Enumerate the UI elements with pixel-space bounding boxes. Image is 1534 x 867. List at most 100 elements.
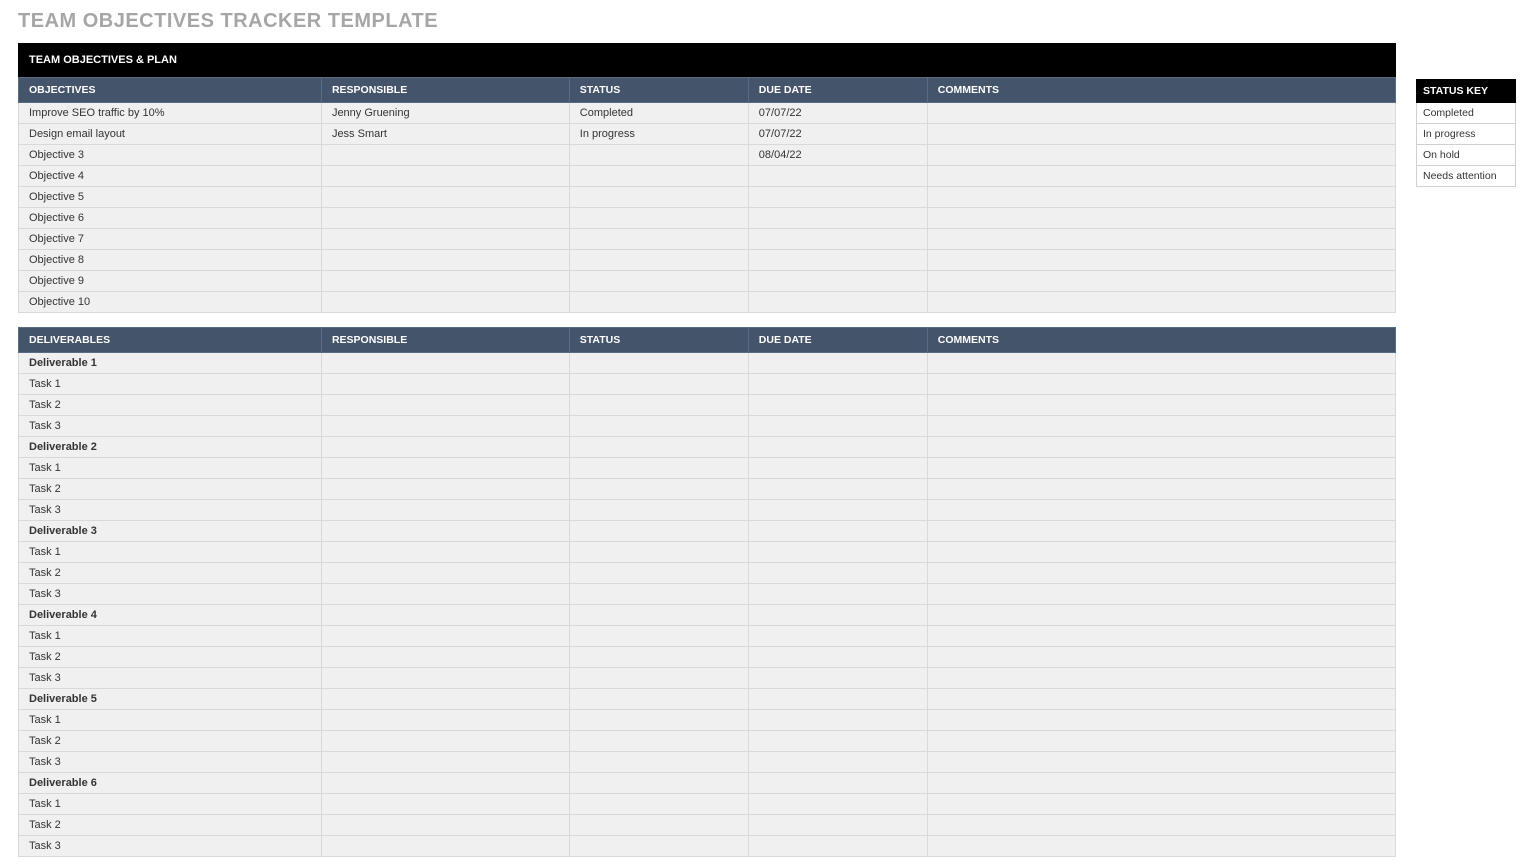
cell[interactable] [321,542,569,563]
cell[interactable] [569,374,748,395]
cell[interactable]: Deliverable 2 [19,437,322,458]
cell[interactable] [569,166,748,187]
cell[interactable] [748,208,927,229]
cell[interactable] [321,271,569,292]
cell[interactable]: Task 2 [19,731,322,752]
cell[interactable]: Improve SEO traffic by 10% [19,103,322,124]
cell[interactable] [569,605,748,626]
cell[interactable] [321,292,569,313]
cell[interactable] [748,815,927,836]
cell[interactable] [321,710,569,731]
cell[interactable] [569,626,748,647]
cell[interactable]: Task 2 [19,815,322,836]
cell[interactable] [748,166,927,187]
cell[interactable]: Task 3 [19,500,322,521]
cell[interactable]: Objective 6 [19,208,322,229]
cell[interactable] [569,584,748,605]
cell[interactable] [748,458,927,479]
cell[interactable] [321,605,569,626]
cell[interactable]: Design email layout [19,124,322,145]
cell[interactable] [569,500,748,521]
cell[interactable]: Task 2 [19,395,322,416]
cell[interactable] [569,752,748,773]
cell[interactable] [569,710,748,731]
cell[interactable] [748,271,927,292]
cell[interactable] [321,647,569,668]
cell[interactable] [569,836,748,857]
cell[interactable] [927,542,1395,563]
cell[interactable] [927,395,1395,416]
cell[interactable] [321,815,569,836]
cell[interactable] [748,187,927,208]
cell[interactable] [321,731,569,752]
cell[interactable] [569,437,748,458]
cell[interactable] [927,416,1395,437]
cell[interactable] [321,208,569,229]
cell[interactable] [569,271,748,292]
cell[interactable] [569,250,748,271]
cell[interactable] [748,563,927,584]
cell[interactable]: 07/07/22 [748,124,927,145]
cell[interactable] [927,271,1395,292]
cell[interactable] [321,479,569,500]
cell[interactable] [748,584,927,605]
cell[interactable] [927,353,1395,374]
cell[interactable] [748,689,927,710]
cell[interactable] [927,584,1395,605]
cell[interactable] [748,836,927,857]
cell[interactable] [321,166,569,187]
cell[interactable] [748,542,927,563]
cell[interactable]: Deliverable 6 [19,773,322,794]
cell[interactable]: Objective 8 [19,250,322,271]
cell[interactable]: Objective 4 [19,166,322,187]
cell[interactable] [748,731,927,752]
cell[interactable]: Task 1 [19,374,322,395]
cell[interactable] [569,395,748,416]
cell[interactable] [927,689,1395,710]
cell[interactable] [748,752,927,773]
cell[interactable] [569,563,748,584]
cell[interactable] [569,647,748,668]
cell[interactable] [748,521,927,542]
cell[interactable] [321,229,569,250]
cell[interactable] [748,437,927,458]
cell[interactable] [569,187,748,208]
cell[interactable]: Task 2 [19,563,322,584]
cell[interactable]: Task 3 [19,836,322,857]
cell[interactable] [321,773,569,794]
cell[interactable]: Objective 7 [19,229,322,250]
cell[interactable] [321,416,569,437]
cell[interactable] [927,563,1395,584]
cell[interactable]: Jess Smart [321,124,569,145]
cell[interactable]: 07/07/22 [748,103,927,124]
cell[interactable] [321,187,569,208]
cell[interactable] [569,794,748,815]
cell[interactable] [927,521,1395,542]
cell[interactable]: Task 3 [19,752,322,773]
cell[interactable]: Objective 9 [19,271,322,292]
cell[interactable] [321,794,569,815]
cell[interactable] [927,292,1395,313]
cell[interactable] [748,374,927,395]
cell[interactable]: Task 1 [19,458,322,479]
cell[interactable] [569,689,748,710]
cell[interactable] [927,605,1395,626]
cell[interactable] [927,731,1395,752]
cell[interactable] [569,292,748,313]
cell[interactable] [748,416,927,437]
cell[interactable] [748,647,927,668]
cell[interactable]: Task 3 [19,668,322,689]
cell[interactable] [927,626,1395,647]
cell[interactable] [748,626,927,647]
cell[interactable] [321,752,569,773]
cell[interactable]: Objective 5 [19,187,322,208]
cell[interactable]: Task 1 [19,710,322,731]
cell[interactable] [321,668,569,689]
cell[interactable] [927,187,1395,208]
cell[interactable] [748,229,927,250]
cell[interactable]: Completed [569,103,748,124]
cell[interactable] [569,731,748,752]
cell[interactable] [748,353,927,374]
cell[interactable] [321,584,569,605]
cell[interactable]: Objective 3 [19,145,322,166]
